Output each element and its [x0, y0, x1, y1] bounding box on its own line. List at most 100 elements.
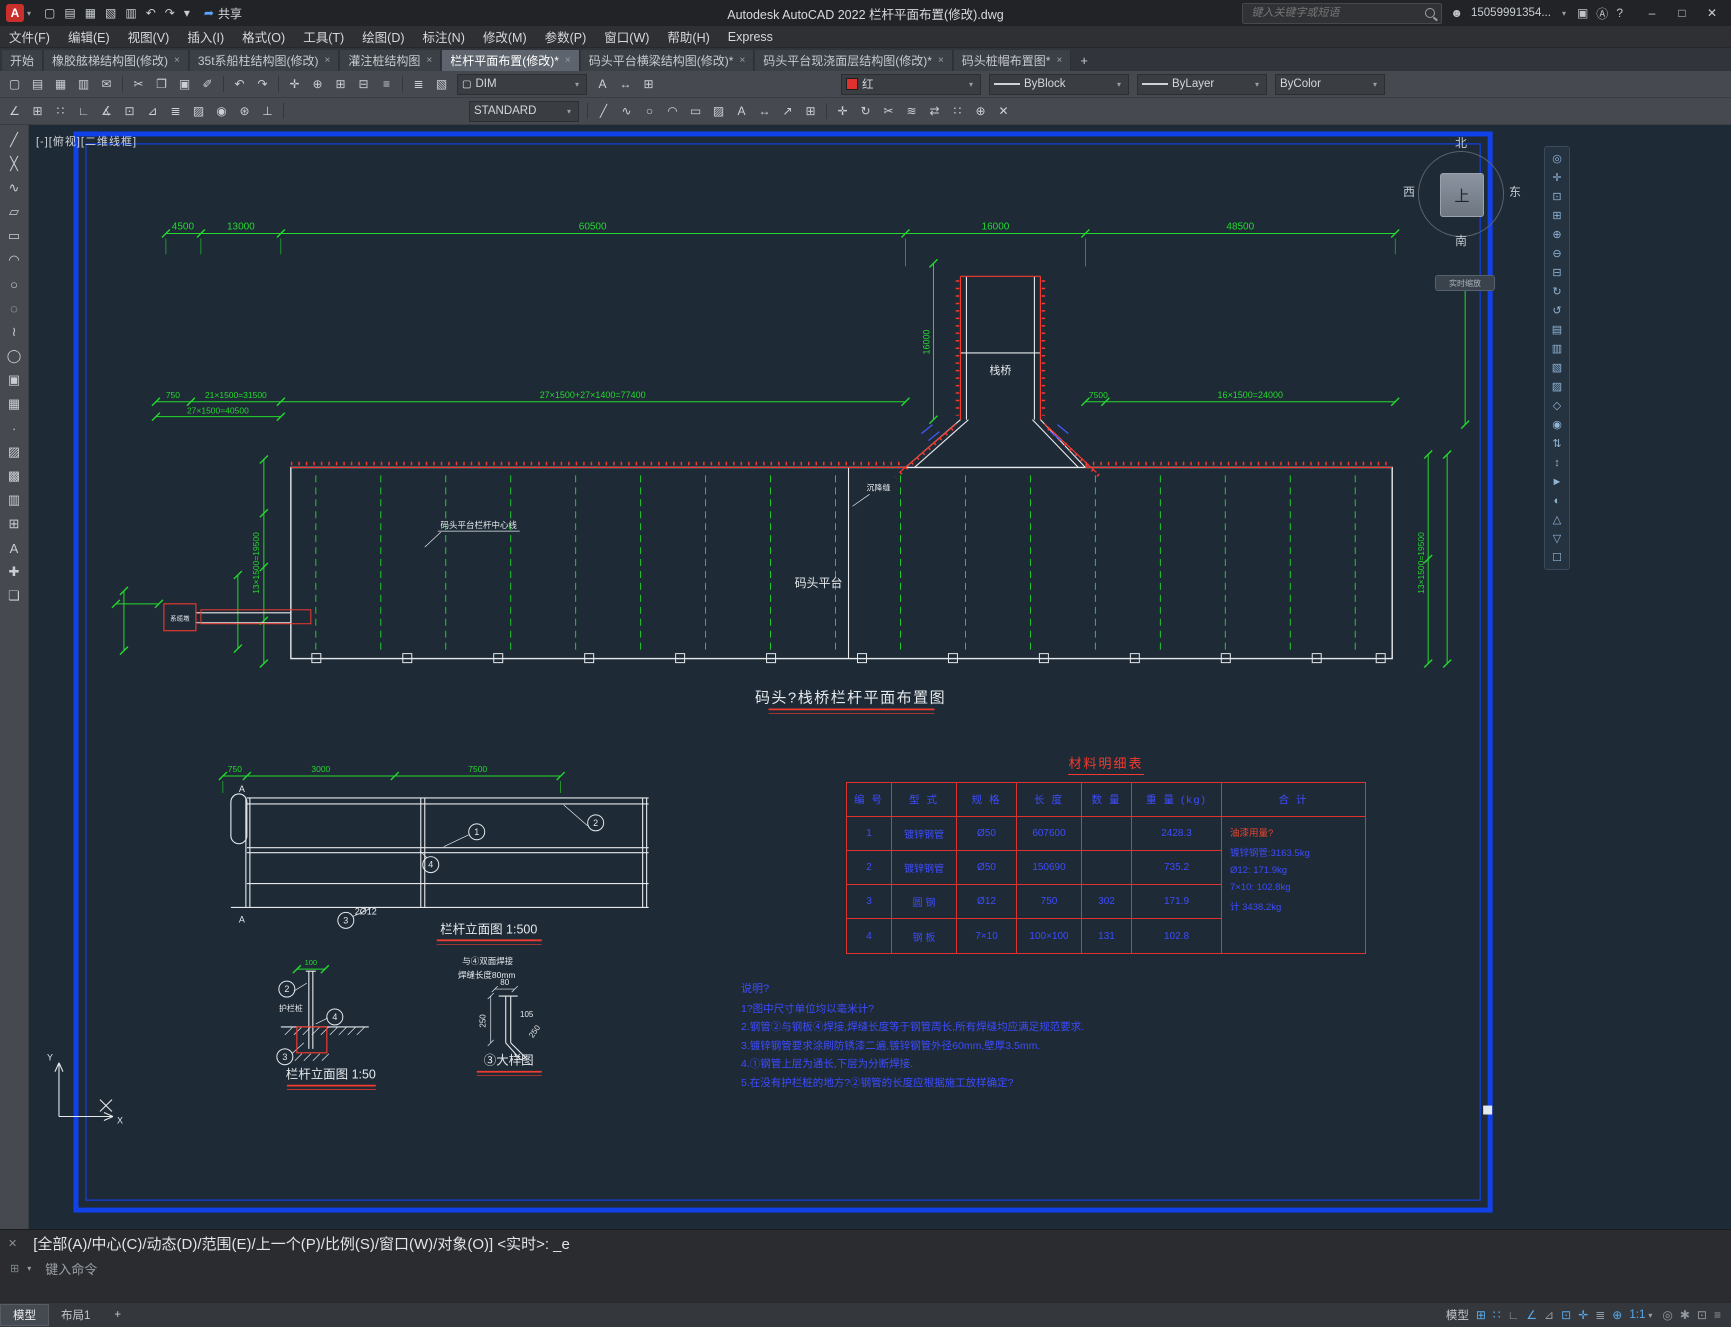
save-as-icon[interactable]: ▧: [105, 6, 116, 20]
table-icon[interactable]: ⊞: [2, 513, 26, 535]
table-style-icon[interactable]: ⊞: [638, 74, 659, 94]
autodesk-app-icon[interactable]: Ⓐ: [1596, 5, 1608, 22]
group-icon[interactable]: ❏: [2, 585, 26, 607]
undo-icon[interactable]: ↶: [146, 6, 156, 20]
ortho-mode-icon[interactable]: ∟: [73, 101, 94, 121]
clean-screen-icon[interactable]: ⊡: [1697, 1308, 1707, 1322]
show-motion-icon[interactable]: ►: [1552, 472, 1563, 491]
linetype-combo[interactable]: ByBlock ▾: [989, 73, 1129, 95]
model-tab[interactable]: 模型: [0, 1304, 49, 1326]
pan-icon[interactable]: ✛: [284, 74, 305, 94]
viewcube-north[interactable]: 北: [1411, 134, 1511, 151]
command-input-row[interactable]: ⊞ ▾ 键入命令: [0, 1256, 1731, 1280]
selection-cycling-icon[interactable]: ◉: [211, 101, 232, 121]
front-view-icon[interactable]: ▥: [1552, 339, 1562, 358]
account-name[interactable]: 15059991354...: [1471, 7, 1551, 19]
lineweight-combo[interactable]: ByLayer ▾: [1137, 73, 1267, 95]
grid-display-icon[interactable]: ⊞: [1476, 1308, 1486, 1322]
snap-mode-icon[interactable]: ∷: [1493, 1308, 1501, 1322]
autocad-logo[interactable]: A: [6, 4, 24, 22]
zoom-window-icon[interactable]: ⊞: [1552, 206, 1561, 225]
close-button[interactable]: ✕: [1697, 0, 1727, 26]
share-button[interactable]: ➦ 共享: [204, 5, 242, 22]
lineweight-display-icon[interactable]: ≣: [165, 101, 186, 121]
open-icon[interactable]: ▤: [27, 74, 48, 94]
dynamic-ucs-icon[interactable]: ⊥: [257, 101, 278, 121]
snap-mode-icon[interactable]: ⊞: [27, 101, 48, 121]
tab-close-icon[interactable]: ×: [1056, 55, 1062, 66]
array-icon[interactable]: ∷: [947, 101, 968, 121]
dim-style-icon[interactable]: ↔: [615, 74, 636, 94]
annotation-scale[interactable]: 1:1 ▾: [1629, 1309, 1655, 1321]
erase-icon[interactable]: ✕: [993, 101, 1014, 121]
menu-file[interactable]: 文件(F): [0, 27, 59, 46]
new-tab-button[interactable]: +: [1072, 50, 1096, 71]
right-view-icon[interactable]: ▨: [1552, 377, 1562, 396]
zoom-out-icon[interactable]: ⊖: [1552, 244, 1561, 263]
redo-icon[interactable]: ↷: [252, 74, 273, 94]
qat-customize-icon[interactable]: ▾: [184, 6, 190, 20]
plotstyle-combo[interactable]: ByColor ▾: [1275, 73, 1385, 95]
viewcube-east[interactable]: 东: [1509, 183, 1521, 200]
infer-constraints-icon[interactable]: ∠: [4, 101, 25, 121]
polygon-icon[interactable]: ▱: [2, 201, 26, 223]
rectangle-icon[interactable]: ▭: [685, 101, 706, 121]
free-orbit-icon[interactable]: ↺: [1552, 301, 1561, 320]
left-view-icon[interactable]: ▧: [1552, 358, 1562, 377]
circle-icon[interactable]: ○: [639, 101, 660, 121]
tab-drawing-4-active[interactable]: 栏杆平面布置(修改)* ×: [442, 50, 580, 71]
paste-icon[interactable]: ▣: [174, 74, 195, 94]
plot-icon[interactable]: ▥: [125, 6, 136, 20]
rotate-icon[interactable]: ↻: [855, 101, 876, 121]
zoom-extents-icon[interactable]: ⊡: [1552, 187, 1561, 206]
close-commandline-icon[interactable]: ✕: [8, 1237, 17, 1250]
command-customize-icon[interactable]: ⊞: [10, 1262, 19, 1275]
hardware-acceleration-icon[interactable]: ✱: [1680, 1308, 1690, 1322]
move-icon[interactable]: ✛: [832, 101, 853, 121]
grid-display-icon[interactable]: ∷: [50, 101, 71, 121]
hatch-icon[interactable]: ▨: [708, 101, 729, 121]
command-prompt[interactable]: 键入命令: [45, 1259, 97, 1278]
gradient-icon[interactable]: ▩: [2, 465, 26, 487]
logo-dropdown-icon[interactable]: ▾: [27, 9, 31, 18]
menu-view[interactable]: 视图(V): [119, 27, 179, 46]
polar-tracking-icon[interactable]: ∠: [1526, 1308, 1537, 1322]
tab-drawing-3[interactable]: 灌注桩结构图 ×: [340, 50, 442, 71]
object-snap-tracking-icon[interactable]: ✛: [1578, 1308, 1588, 1322]
rectangle-icon[interactable]: ▭: [2, 225, 26, 247]
qnew-icon[interactable]: ▢: [4, 74, 25, 94]
publish-icon[interactable]: ✉: [96, 74, 117, 94]
arc-icon[interactable]: ◠: [662, 101, 683, 121]
grip-handle[interactable]: [1483, 1105, 1493, 1115]
viewcube-top-face[interactable]: 上: [1440, 173, 1484, 217]
tab-close-icon[interactable]: ×: [426, 55, 432, 66]
customization-menu-icon[interactable]: ≡: [1714, 1308, 1721, 1322]
iso-view-icon[interactable]: ◇: [1553, 396, 1561, 415]
polyline-icon[interactable]: ∿: [2, 177, 26, 199]
model-space-canvas[interactable]: 4500 13000 60500 16000 48500 750 21×1500…: [29, 125, 1731, 1229]
circle-icon[interactable]: ○: [2, 273, 26, 295]
navigation-wheel-icon[interactable]: ◎: [1552, 149, 1562, 168]
mirror-icon[interactable]: ⇄: [924, 101, 945, 121]
menu-edit[interactable]: 编辑(E): [59, 27, 119, 46]
object-snap-icon[interactable]: ⊡: [119, 101, 140, 121]
color-combo[interactable]: 红 ▾: [841, 73, 981, 95]
menu-tools[interactable]: 工具(T): [294, 27, 353, 46]
3d-object-snap-icon[interactable]: ⊛: [234, 101, 255, 121]
menu-insert[interactable]: 插入(I): [178, 27, 233, 46]
menu-express[interactable]: Express: [719, 30, 782, 44]
arc-icon[interactable]: ◠: [2, 249, 26, 271]
region-icon[interactable]: ▥: [2, 489, 26, 511]
redo-icon[interactable]: ↷: [165, 6, 175, 20]
ellipse-icon[interactable]: ◯: [2, 345, 26, 367]
offset-icon[interactable]: ≋: [901, 101, 922, 121]
menu-dimension[interactable]: 标注(N): [414, 27, 474, 46]
dynamic-input-icon[interactable]: ⊕: [1612, 1308, 1622, 1322]
polar-tracking-icon[interactable]: ∡: [96, 101, 117, 121]
multiline-text-icon[interactable]: A: [2, 537, 26, 559]
3d-views-icon[interactable]: △: [1553, 510, 1561, 529]
account-icon[interactable]: ☻: [1450, 6, 1463, 20]
scale-icon[interactable]: ⊕: [970, 101, 991, 121]
undo-icon[interactable]: ↶: [229, 74, 250, 94]
camera-icon[interactable]: ◉: [1552, 415, 1562, 434]
